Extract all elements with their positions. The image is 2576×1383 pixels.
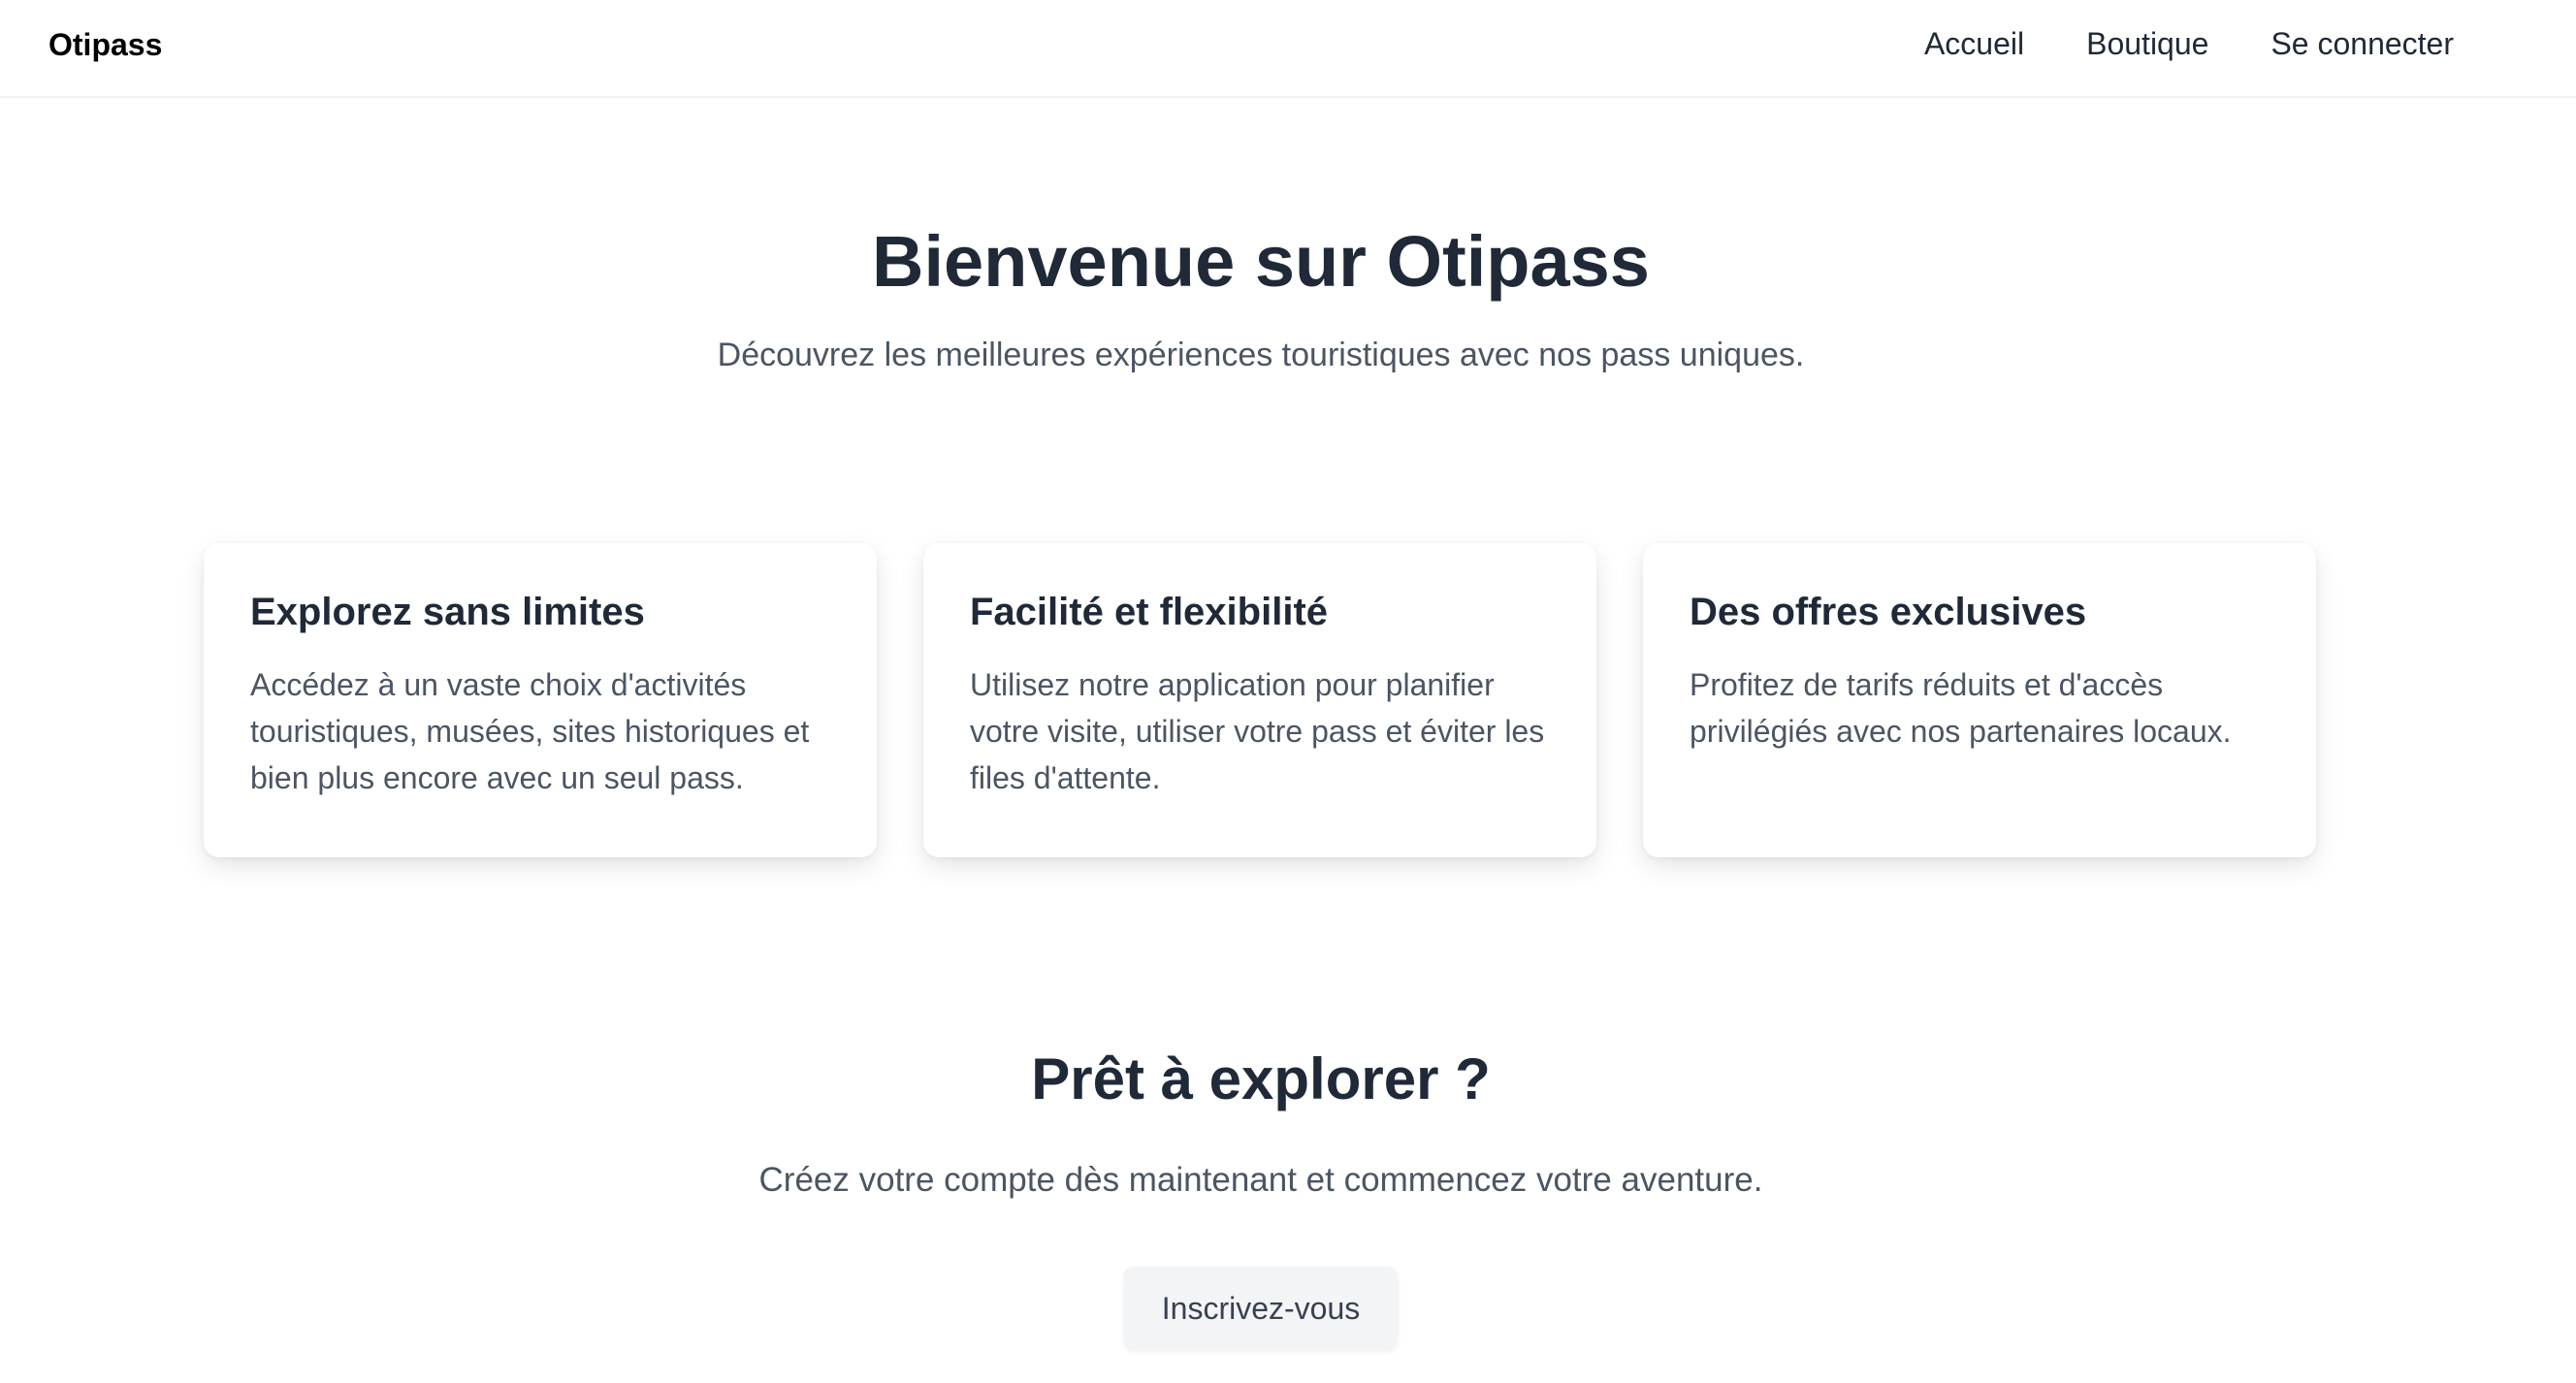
signup-button[interactable]: Inscrivez-vous	[1124, 1267, 1398, 1350]
feature-card-title: Des offres exclusives	[1690, 591, 2087, 633]
hero-subtitle: Découvrez les meilleures expériences tou…	[717, 337, 1805, 373]
brand-logo-link[interactable]: Otipass	[48, 25, 162, 64]
feature-card-title: Explorez sans limites	[250, 591, 645, 633]
cta-title: Prêt à explorer ?	[1031, 1046, 1491, 1111]
nav-links: Accueil Boutique Se connecter	[1924, 23, 2454, 64]
nav-link-se-connecter[interactable]: Se connecter	[2270, 23, 2454, 64]
navbar: Otipass Accueil Boutique Se connecter	[0, 0, 2576, 98]
cta-section: Prêt à explorer ? Créez votre compte dès…	[0, 1036, 2522, 1350]
feature-card-text: Accédez à un vaste choix d'activités tou…	[250, 667, 810, 795]
feature-card-explore: Explorez sans limites Accédez à un vaste…	[204, 543, 877, 857]
feature-card-text: Utilisez notre application pour planifie…	[970, 667, 1545, 795]
nav-link-boutique[interactable]: Boutique	[2086, 23, 2208, 64]
features-section: Explorez sans limites Accédez à un vaste…	[204, 543, 2316, 857]
nav-link-accueil[interactable]: Accueil	[1924, 23, 2024, 64]
hero-title: Bienvenue sur Otipass	[872, 221, 1650, 302]
feature-card-text: Profitez de tarifs réduits et d'accès pr…	[1690, 667, 2232, 749]
hero-section: Bienvenue sur Otipass Découvrez les meil…	[0, 213, 2522, 376]
feature-card-flexibility: Facilité et flexibilité Utilisez notre a…	[923, 543, 1596, 857]
cta-subtitle: Créez votre compte dès maintenant et com…	[758, 1161, 1763, 1199]
feature-card-offers: Des offres exclusives Profitez de tarifs…	[1643, 543, 2316, 857]
feature-card-title: Facilité et flexibilité	[970, 591, 1329, 633]
